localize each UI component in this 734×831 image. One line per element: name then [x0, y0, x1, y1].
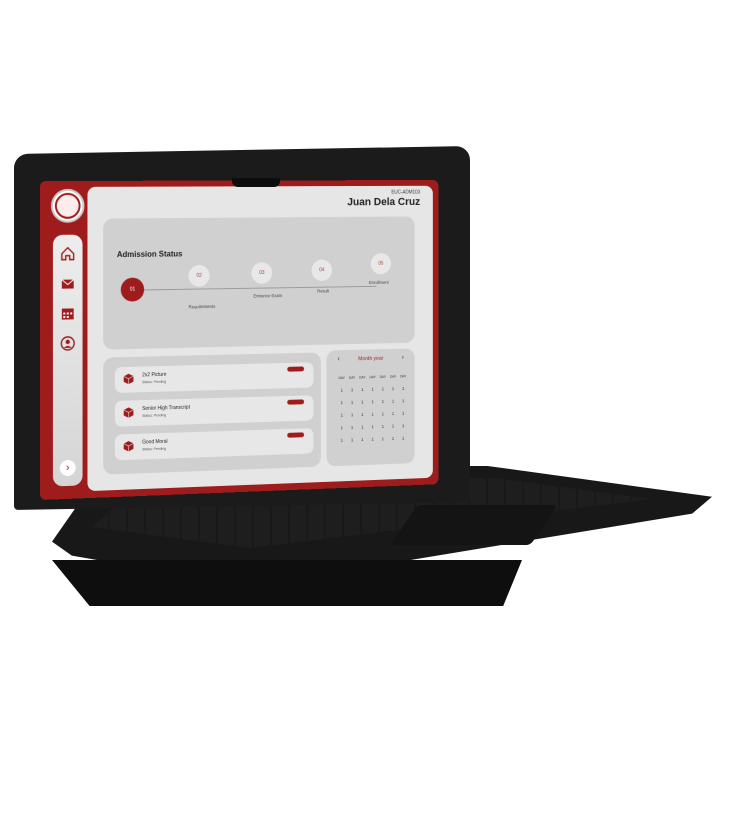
calendar-day[interactable]: 1 [399, 386, 407, 391]
calendar-day[interactable]: 1 [399, 436, 407, 441]
calendar-day[interactable]: 1 [368, 437, 376, 442]
calendar-day-name: DAY [348, 375, 356, 380]
calendar-day[interactable]: 1 [389, 399, 397, 404]
requirement-name: 2x2 Picture [142, 371, 167, 379]
step-4-label: Result [317, 288, 330, 294]
main-panel: EUC-ADM103 Juan Dela Cruz Admission Stat… [87, 185, 433, 492]
calendar-day-name: DAY [389, 374, 397, 379]
requirement-item: Senior High Transcript Status: Pending [114, 395, 314, 427]
calendar-widget: ‹ Month year › DAY DAY DAY DAY DAY DAY DAY 1 1 1 1… [326, 348, 415, 467]
calendar-day[interactable]: 1 [379, 399, 387, 404]
calendar-day[interactable]: 1 [358, 387, 366, 392]
home-icon [61, 247, 75, 262]
step-5-label: Enrollment [368, 279, 389, 286]
requirement-action-button[interactable] [287, 366, 305, 372]
step-2-label: Requirements [188, 303, 216, 310]
calendar-day-name: DAY [400, 373, 407, 378]
calendar-day-name: DAY [338, 375, 345, 380]
requirement-name: Senior High Transcript [142, 404, 190, 412]
step-4[interactable]: 04 [311, 259, 333, 282]
mail-icon [61, 280, 75, 290]
calendar-day[interactable]: 1 [389, 411, 397, 416]
calendar-day[interactable]: 1 [399, 423, 407, 428]
calendar-day[interactable]: 1 [358, 400, 366, 405]
calendar-header: ‹ Month year › [326, 354, 414, 366]
requirement-action-button[interactable] [287, 399, 305, 405]
calendar-day-name: DAY [369, 374, 376, 379]
steps-connector [132, 285, 377, 291]
calendar-grid: DAY DAY DAY DAY DAY DAY DAY 1 1 1 1 1 1 1 1 1 1 1 1 1 1 1 1 1 1 1… [338, 370, 408, 447]
nav-calendar[interactable] [57, 302, 79, 324]
calendar-day[interactable]: 1 [358, 425, 366, 430]
laptop-trackpad [390, 505, 558, 545]
requirement-action-button[interactable] [287, 432, 305, 438]
nav-bar: › [52, 234, 83, 487]
calendar-day[interactable]: 1 [368, 387, 376, 392]
calendar-week: 1111111 [338, 432, 408, 447]
calendar-day[interactable]: 1 [379, 386, 387, 392]
box-icon [123, 373, 135, 385]
calendar-day[interactable]: 1 [348, 437, 356, 442]
laptop-base-edge [52, 560, 522, 606]
calendar-day-name: DAY [379, 374, 387, 379]
calendar-day[interactable]: 1 [338, 400, 346, 405]
step-5[interactable]: 05 [370, 253, 391, 275]
nav-home[interactable] [57, 243, 79, 265]
student-name: Juan Dela Cruz [347, 196, 421, 209]
calendar-day[interactable]: 1 [379, 424, 387, 429]
calendar-day[interactable]: 1 [338, 413, 346, 418]
calendar-day[interactable]: 1 [368, 424, 376, 429]
box-icon [123, 407, 135, 418]
step-3[interactable]: 03 [251, 262, 273, 284]
calendar-day[interactable]: 1 [358, 412, 366, 417]
calendar-icon [61, 308, 74, 320]
calendar-day[interactable]: 1 [348, 412, 356, 417]
step-3-label: Entrance Exam [253, 293, 283, 299]
student-id: EUC-ADM103 [391, 189, 421, 196]
calendar-day[interactable]: 1 [368, 412, 376, 417]
nav-profile[interactable] [57, 332, 79, 354]
calendar-day[interactable]: 1 [379, 436, 387, 441]
requirement-status: Status: Pending [142, 446, 167, 452]
calendar-day[interactable]: 1 [338, 388, 346, 393]
requirement-item: Good Moral Status: Pending [114, 428, 314, 461]
calendar-day[interactable]: 1 [389, 424, 397, 429]
admission-status-card: Admission Status 01 02 Requirements 03 E… [103, 216, 415, 350]
admission-status-title: Admission Status [116, 249, 183, 260]
calendar-day[interactable]: 1 [399, 411, 407, 416]
webcam-notch [232, 178, 280, 187]
box-icon [123, 440, 135, 452]
calendar-day-name: DAY [359, 375, 366, 380]
requirement-status: Status: Pending [142, 413, 167, 418]
sidebar: › [50, 188, 86, 495]
university-logo [50, 188, 85, 223]
calendar-day[interactable]: 1 [338, 425, 346, 430]
requirement-status: Status: Pending [142, 379, 167, 385]
calendar-day[interactable]: 1 [348, 387, 356, 392]
requirement-name: Good Moral [142, 438, 168, 446]
step-1[interactable]: 01 [120, 277, 145, 302]
sidebar-collapse-button[interactable]: › [59, 459, 76, 477]
calendar-day[interactable]: 1 [348, 425, 356, 430]
calendar-next-button[interactable]: › [402, 354, 404, 361]
calendar-day[interactable]: 1 [379, 411, 387, 416]
calendar-day[interactable]: 1 [389, 386, 397, 391]
nav-mail[interactable] [57, 272, 79, 294]
calendar-day[interactable]: 1 [368, 399, 376, 404]
calendar-day[interactable]: 1 [348, 400, 356, 405]
calendar-day[interactable]: 1 [399, 398, 407, 403]
screen: › EUC-ADM103 Juan Dela Cruz Admission St… [40, 180, 439, 500]
calendar-day[interactable]: 1 [358, 437, 366, 442]
profile-icon [60, 335, 76, 351]
requirement-item: 2x2 Picture Status: Pending [114, 362, 314, 393]
laptop: › EUC-ADM103 Juan Dela Cruz Admission St… [0, 0, 734, 831]
requirements-card: 2x2 Picture Status: Pending Senior High … [103, 352, 321, 475]
calendar-day[interactable]: 1 [389, 436, 397, 441]
calendar-day[interactable]: 1 [338, 438, 346, 443]
step-2[interactable]: 02 [188, 264, 210, 287]
